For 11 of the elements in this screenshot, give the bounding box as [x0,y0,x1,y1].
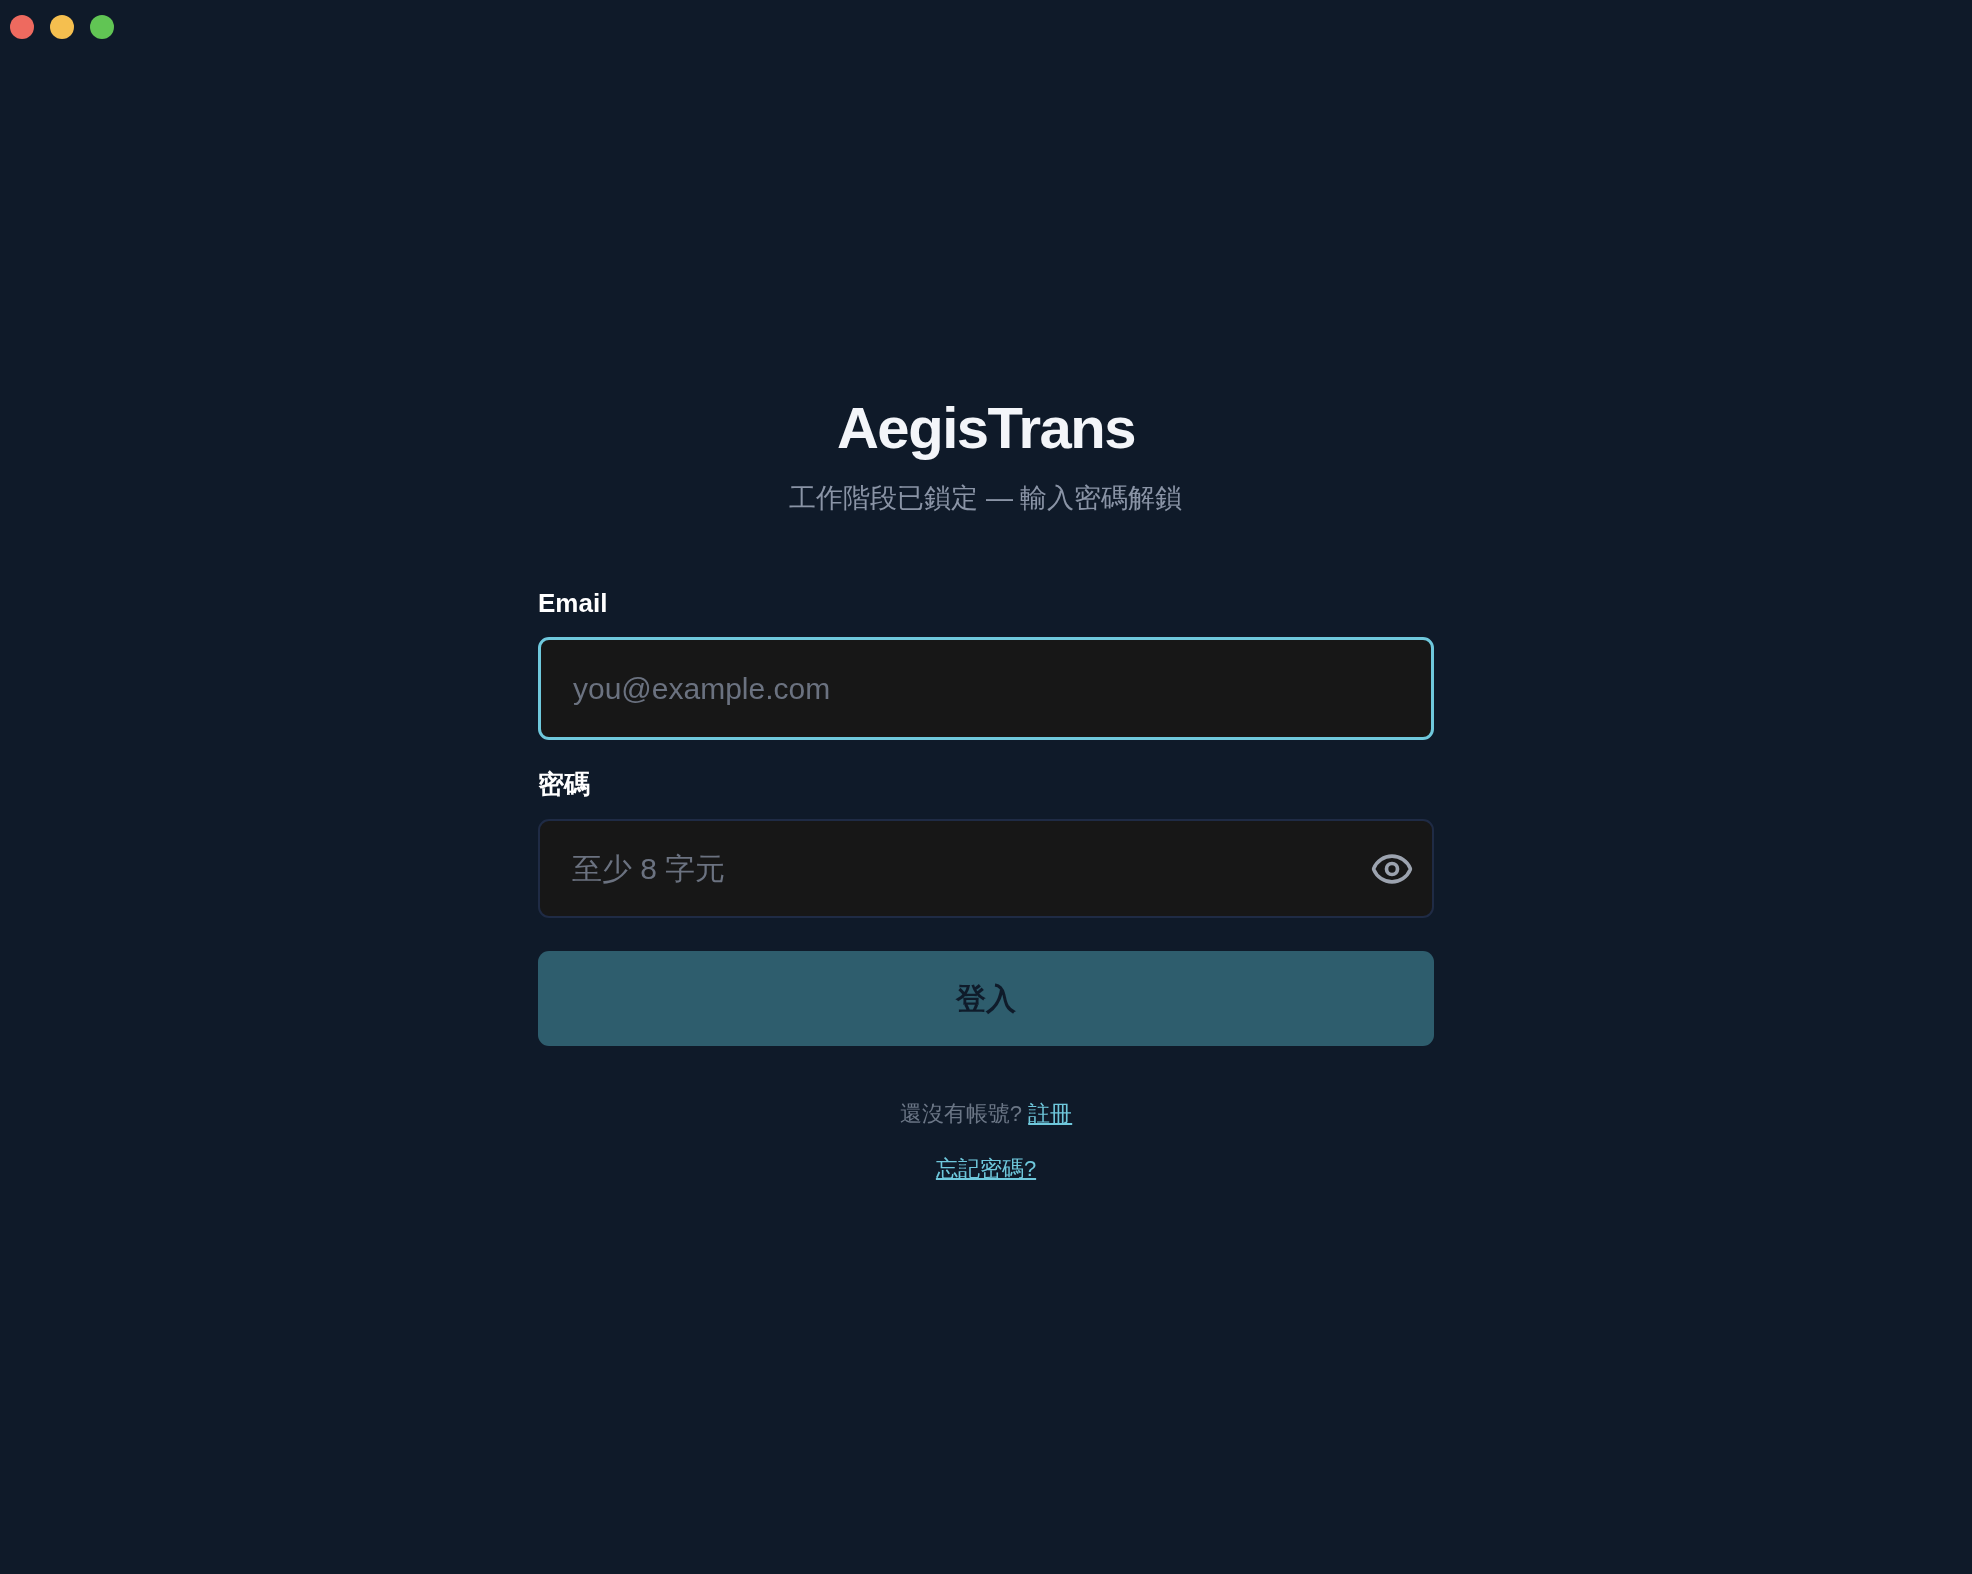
maximize-button[interactable] [90,15,114,39]
password-field[interactable]: 至少 8 字元 [538,819,1434,918]
signup-prompt: 還沒有帳號? 註冊 [899,1100,1073,1128]
signup-link[interactable]: 註冊 [1028,1101,1073,1126]
forgot-password-link[interactable]: 忘記密碼? [935,1154,1037,1184]
field-label: 密碼 [538,768,590,800]
close-button[interactable] [10,15,34,39]
minimize-button[interactable] [50,15,74,39]
field-label: Email [538,587,608,619]
lock-subtitle: 工作階段已鎖定 — 輸入密碼解鎖 [789,482,1183,514]
email-field[interactable]: you@example.com [538,637,1434,740]
